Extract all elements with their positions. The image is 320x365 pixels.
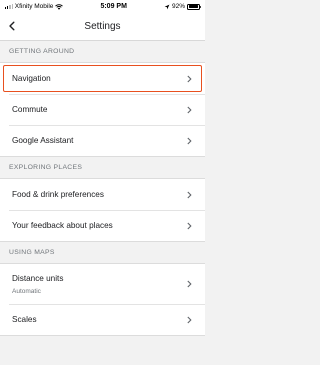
settings-item-label: Distance units: [12, 273, 64, 283]
settings-item-feedback-about-places[interactable]: Your feedback about places: [0, 210, 205, 241]
app-bar: Settings: [0, 13, 205, 41]
battery-level: [188, 5, 198, 8]
status-bar: Xfinity Mobile 5:09 PM 92%: [0, 0, 205, 13]
carrier-name: Xfinity Mobile: [14, 3, 54, 10]
settings-item-label: Commute: [12, 105, 48, 114]
section-card-using-maps: Distance units Automatic Scales: [0, 263, 205, 336]
chevron-right-icon: [187, 222, 192, 229]
battery-icon: [186, 3, 202, 10]
settings-item-value: Automatic: [12, 287, 41, 295]
status-right: 92%: [164, 3, 202, 10]
settings-item-label: Your feedback about places: [12, 221, 113, 230]
back-button[interactable]: [5, 19, 19, 33]
settings-item-label: Scales: [12, 315, 37, 324]
section-header-exploring-places: EXPLORING PLACES: [9, 164, 83, 171]
settings-item-label: Navigation: [12, 74, 51, 83]
settings-item-google-assistant[interactable]: Google Assistant: [0, 125, 205, 156]
chevron-right-icon: [187, 106, 192, 113]
settings-list: GETTING AROUND Navigation Commute Google…: [0, 41, 205, 336]
settings-item-distance-units[interactable]: Distance units Automatic: [0, 264, 205, 304]
section-header-using-maps: USING MAPS: [9, 249, 55, 256]
wifi-icon: [55, 3, 64, 10]
settings-item-navigation[interactable]: Navigation: [0, 63, 205, 94]
settings-item-food-drink-preferences[interactable]: Food & drink preferences: [0, 179, 205, 210]
settings-item-scales[interactable]: Scales: [0, 304, 205, 335]
settings-item-commute[interactable]: Commute: [0, 94, 205, 125]
page-title: Settings: [84, 21, 121, 32]
back-arrow-icon[interactable]: [7, 21, 17, 31]
chevron-right-icon: [187, 137, 192, 144]
status-time: 5:09 PM: [100, 3, 127, 10]
chevron-right-icon: [187, 75, 192, 82]
signal-strength-icon: [5, 4, 13, 9]
location-arrow-icon: [164, 4, 170, 9]
settings-item-label: Google Assistant: [12, 136, 74, 145]
section-card-exploring-places: Food & drink preferences Your feedback a…: [0, 178, 205, 242]
status-left: Xfinity Mobile: [5, 3, 64, 10]
chevron-right-icon: [187, 191, 192, 198]
chevron-right-icon: [187, 280, 192, 288]
section-card-getting-around: Navigation Commute Google Assistant: [0, 62, 205, 157]
section-header-getting-around: GETTING AROUND: [9, 48, 75, 55]
settings-item-label: Food & drink preferences: [12, 190, 104, 199]
battery-percent: 92%: [171, 3, 185, 10]
chevron-right-icon: [187, 316, 192, 323]
